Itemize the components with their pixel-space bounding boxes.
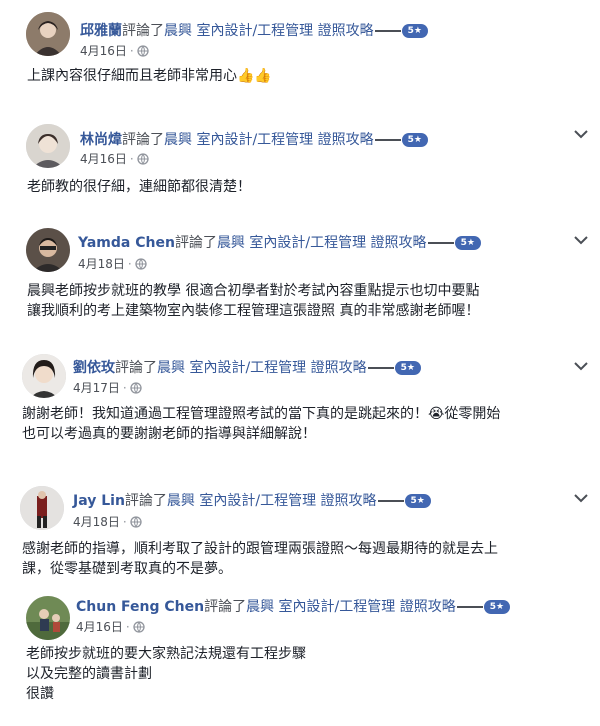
page-link[interactable]: 晨興 室內設計/工程管理 證照攻略: [246, 599, 456, 615]
review-meta: 4月16日 ·: [80, 43, 149, 61]
chevron-down-icon[interactable]: [572, 360, 590, 372]
review-verb: 評論了: [174, 235, 217, 251]
review-text: 上課內容很仔細而且老師非常用心👍👍: [27, 66, 272, 86]
meta-separator: ·: [122, 515, 127, 529]
globe-icon: [135, 258, 147, 274]
chevron-down-icon[interactable]: [572, 128, 590, 140]
review-date[interactable]: 4月18日: [78, 257, 125, 271]
meta-separator: ·: [122, 381, 127, 395]
review-line: 感謝老師的指導，順利考取了設計的跟管理兩張證照～每週最期待的就是去上: [22, 541, 498, 557]
avatar[interactable]: [26, 596, 70, 640]
chevron-down-icon[interactable]: [572, 492, 590, 504]
globe-icon: [130, 382, 142, 398]
page-link[interactable]: 晨興 室內設計/工程管理 證照攻略: [164, 132, 374, 148]
review-date[interactable]: 4月16日: [76, 620, 123, 634]
review-meta: 4月16日 ·: [80, 151, 149, 169]
review-date[interactable]: 4月18日: [73, 515, 120, 529]
globe-icon: [133, 621, 145, 637]
review-line: 老師按步就班的要大家熟記法規還有工程步驟: [26, 646, 306, 662]
review-card: 劉依玫評論了晨興 室內設計/工程管理 證照攻略 5★ 4月17日 · 謝謝老師！我知…: [0, 348, 600, 468]
review-line: 以及完整的讀書計劃: [26, 666, 152, 682]
review-meta: 4月17日 ·: [73, 380, 142, 398]
review-line: 上課內容很仔細而且老師非常用心👍👍: [27, 68, 272, 84]
review-text: 老師按步就班的要大家熟記法規還有工程步驟 以及完整的讀書計劃 很讚: [26, 644, 306, 704]
rating-badge: 5★: [394, 361, 421, 375]
reviewer-name[interactable]: 林尚煒: [80, 132, 122, 148]
review-header: 邱雅蘭評論了晨興 室內設計/工程管理 證照攻略 5★: [80, 22, 428, 40]
reviewer-name[interactable]: Yamda Chen: [78, 235, 175, 251]
reviewer-name[interactable]: Chun Feng Chen: [76, 599, 204, 615]
meta-separator: ·: [129, 152, 134, 166]
review-card: Chun Feng Chen評論了晨興 室內設計/工程管理 證照攻略 5★ 4月1…: [0, 590, 600, 726]
divider: [377, 500, 404, 502]
page-link[interactable]: 晨興 室內設計/工程管理 證照攻略: [164, 23, 374, 39]
review-text: 謝謝老師！我知道通過工程管理證照考試的當下真的是跳起來的！😭從零開始 也可以考過…: [22, 404, 500, 444]
review-line: 謝謝老師！我知道通過工程管理證照考試的當下真的是跳起來的！😭從零開始: [22, 406, 501, 422]
globe-icon: [137, 45, 149, 61]
review-line: 課，從零基礎到考取真的不是夢。: [22, 561, 232, 577]
reviewer-name[interactable]: Jay Lin: [73, 493, 125, 509]
review-line: 也可以考過真的要謝謝老師的指導與詳細解說！: [22, 426, 316, 442]
meta-separator: ·: [127, 257, 132, 271]
rating-badge: 5★: [404, 494, 431, 508]
review-header: Chun Feng Chen評論了晨興 室內設計/工程管理 證照攻略 5★: [76, 598, 511, 616]
page-link[interactable]: 晨興 室內設計/工程管理 證照攻略: [167, 493, 377, 509]
divider: [374, 30, 401, 32]
divider: [427, 242, 454, 244]
review-verb: 評論了: [204, 599, 247, 615]
review-verb: 評論了: [122, 132, 164, 148]
review-card: Jay Lin評論了晨興 室內設計/工程管理 證照攻略 5★ 4月18日 · 感謝老…: [0, 480, 600, 590]
review-meta: 4月18日 ·: [73, 514, 142, 532]
review-card: Yamda Chen評論了晨興 室內設計/工程管理 證照攻略 5★ 4月18日 · …: [0, 220, 600, 340]
avatar[interactable]: [26, 12, 70, 56]
review-text: 老師教的很仔細，連細節都很清楚！: [27, 177, 251, 197]
avatar[interactable]: [22, 354, 66, 398]
page-link[interactable]: 晨興 室內設計/工程管理 證照攻略: [157, 360, 367, 376]
reviewer-name[interactable]: 劉依玫: [73, 360, 115, 376]
review-header: 劉依玫評論了晨興 室內設計/工程管理 證照攻略 5★: [73, 359, 421, 377]
review-text: 晨興老師按步就班的教學 很適合初學者對於考試內容重點提示也切中要點 讓我順利的考…: [27, 281, 479, 321]
page-link[interactable]: 晨興 室內設計/工程管理 證照攻略: [217, 235, 427, 251]
globe-icon: [137, 153, 149, 169]
avatar[interactable]: [26, 228, 70, 272]
divider: [456, 606, 483, 608]
review-meta: 4月16日 ·: [76, 619, 145, 637]
review-header: Jay Lin評論了晨興 室內設計/工程管理 證照攻略 5★: [73, 492, 431, 510]
meta-separator: ·: [125, 620, 130, 634]
rating-badge: 5★: [454, 236, 481, 250]
review-header: Yamda Chen評論了晨興 室內設計/工程管理 證照攻略 5★: [78, 234, 481, 252]
review-line: 很讚: [26, 686, 54, 702]
avatar[interactable]: [20, 486, 64, 530]
globe-icon: [130, 516, 142, 532]
review-meta: 4月18日 ·: [78, 256, 147, 274]
rating-badge: 5★: [401, 24, 428, 38]
review-line: 晨興老師按步就班的教學 很適合初學者對於考試內容重點提示也切中要點: [27, 283, 480, 299]
review-card: 林尚煒評論了晨興 室內設計/工程管理 證照攻略 5★ 4月16日 · 老師教的很仔細…: [0, 110, 600, 210]
divider: [367, 367, 394, 369]
meta-separator: ·: [129, 44, 134, 58]
review-card: 邱雅蘭評論了晨興 室內設計/工程管理 證照攻略 5★ 4月16日 · 上課內容很仔細…: [0, 0, 600, 100]
review-text: 感謝老師的指導，順利考取了設計的跟管理兩張證照～每週最期待的就是去上 課，從零基…: [22, 539, 498, 579]
divider: [374, 139, 401, 141]
review-date[interactable]: 4月17日: [73, 381, 120, 395]
review-verb: 評論了: [115, 360, 157, 376]
review-verb: 評論了: [122, 23, 164, 39]
rating-badge: 5★: [401, 133, 428, 147]
review-header: 林尚煒評論了晨興 室內設計/工程管理 證照攻略 5★: [80, 131, 428, 149]
chevron-down-icon[interactable]: [572, 234, 590, 246]
review-verb: 評論了: [124, 493, 167, 509]
reviewer-name[interactable]: 邱雅蘭: [80, 23, 122, 39]
rating-badge: 5★: [483, 600, 511, 614]
review-date[interactable]: 4月16日: [80, 152, 127, 166]
review-date[interactable]: 4月16日: [80, 44, 127, 58]
review-line: 老師教的很仔細，連細節都很清楚！: [27, 179, 251, 195]
avatar[interactable]: [26, 124, 70, 168]
review-line: 讓我順利的考上建築物室內裝修工程管理這張證照 真的非常感謝老師喔！: [27, 303, 480, 319]
